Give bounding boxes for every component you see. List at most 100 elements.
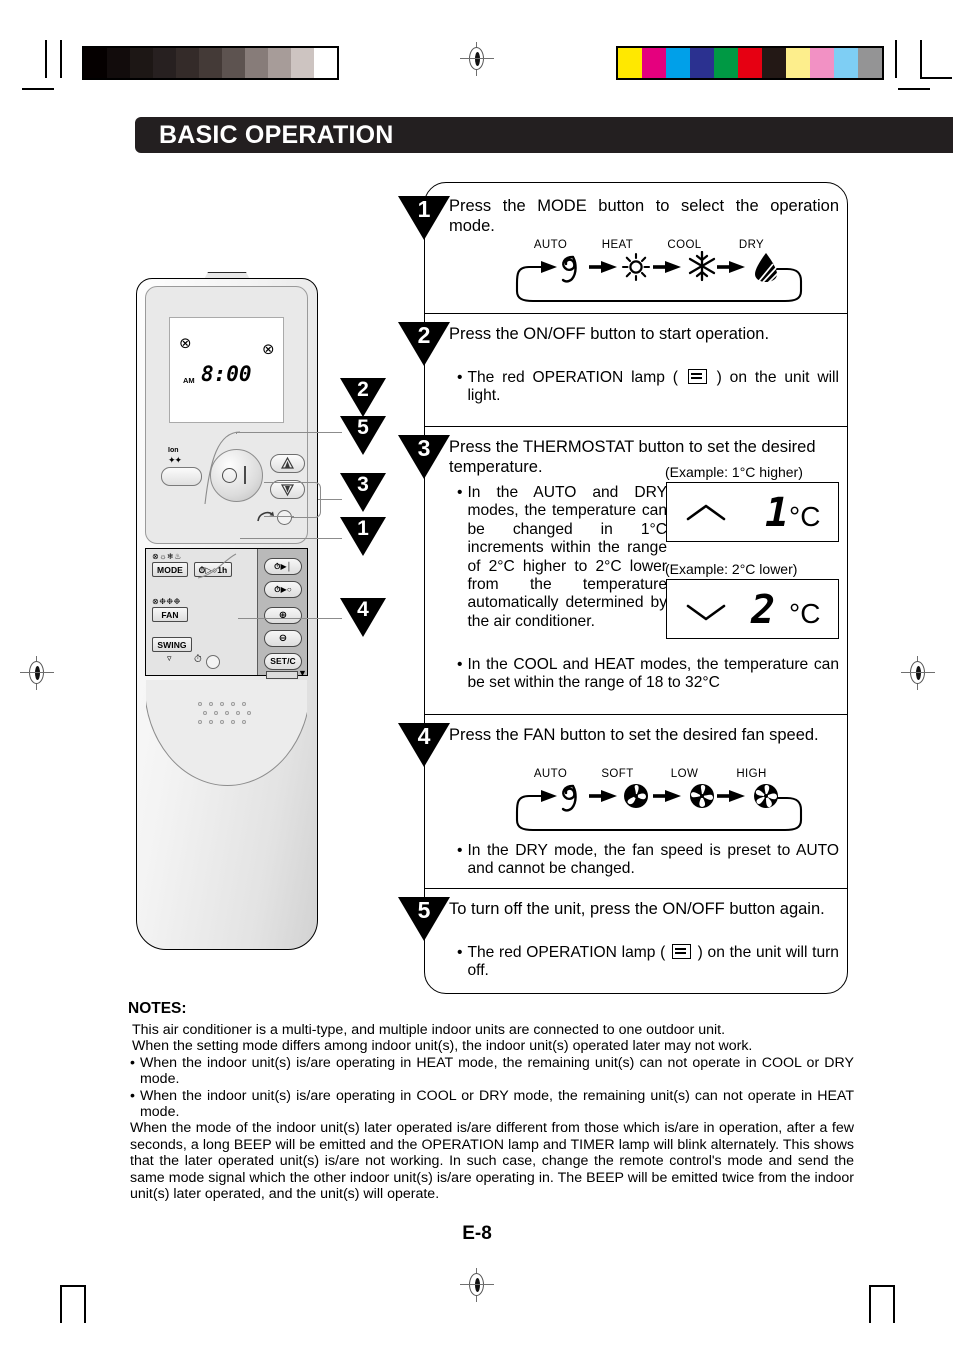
bullet-dot: • [457, 842, 463, 859]
step-row-2: Press the ON/OFF button to start operati… [425, 313, 847, 426]
swatch-10 [858, 48, 882, 78]
step-2-text: Press the ON/OFF button to start operati… [449, 325, 770, 343]
leader-curve-5 [204, 431, 241, 505]
fan-label-auto: AUTO [533, 768, 568, 780]
registration-mark-top [460, 42, 494, 76]
step-4-text: Press the FAN button to set the desired … [449, 726, 819, 744]
reset-button[interactable] [277, 510, 292, 525]
step-3-bullet-2-text: In the COOL and HEAT modes, the temperat… [467, 656, 839, 692]
step-5-bullet-text: The red OPERATION lamp ( ) on the unit w… [467, 944, 839, 981]
example-2-caption: (Example: 2°C lower) [665, 561, 798, 577]
crop-mark-bl-v2 [84, 1285, 86, 1323]
step-2-bullet-text: The red OPERATION lamp ( ) on the unit w… [467, 369, 839, 406]
step-5-bullet: • The red OPERATION lamp ( ) on the unit… [457, 944, 839, 981]
crop-mark-tl-h [22, 88, 54, 90]
operation-lamp-icon [671, 944, 691, 959]
callout-marker-5: 5 [340, 416, 386, 455]
notes-closing-paragraph: When the mode of the indoor unit(s) late… [130, 1120, 854, 1203]
swatch-1 [107, 48, 130, 78]
example-2-unit: °C [789, 598, 821, 629]
leader-line-4 [238, 618, 342, 620]
sun-icon [621, 252, 651, 282]
swatch-0 [84, 48, 107, 78]
registration-mark-bottom [460, 1268, 494, 1302]
timer-on-key[interactable]: ⏱▶│ [264, 558, 302, 575]
step-5-bullet-before: The red OPERATION lamp ( [467, 944, 666, 961]
mode-key[interactable]: MODE [152, 562, 188, 577]
example-1-value: 1 [765, 490, 790, 536]
timer-off-key[interactable]: ⏱▶○ [264, 581, 302, 598]
bullet-dot: • [130, 1087, 135, 1104]
leader-line-3-out [318, 499, 342, 501]
step-2-bullet: • The red OPERATION lamp ( ) on the unit… [457, 369, 839, 406]
fan-label-high: HIGH [736, 768, 767, 780]
signal-dot [203, 711, 207, 715]
step-1-text: Press the MODE button to select the oper… [449, 197, 839, 235]
callout-marker-1-left: 1 [340, 517, 386, 556]
signal-dot [231, 720, 235, 724]
step-row-5: To turn off the unit, press the ON/OFF b… [425, 888, 847, 993]
battery-indicator-icon [266, 671, 298, 679]
crop-mark-tl-v2 [60, 40, 62, 78]
temp-up-key[interactable]: ⊕ [264, 607, 302, 624]
remote-lower-cover [146, 680, 307, 788]
notes-bullet-2-text: When the indoor unit(s) is/are operating… [139, 1087, 854, 1121]
example-1-caption: (Example: 1°C higher) [665, 464, 803, 480]
step-row-1: Press the MODE button to select the oper… [425, 183, 847, 313]
crop-mark-tr-h [898, 88, 930, 90]
clock-button[interactable] [206, 655, 220, 669]
mode-cycle-diagram [515, 251, 803, 303]
example-1-box: 1 °C [666, 482, 839, 542]
signal-dot [214, 711, 218, 715]
example-1-unit: °C [789, 501, 821, 532]
operation-lamp-icon [687, 369, 707, 384]
signal-dot [242, 720, 246, 724]
swatch-9 [834, 48, 858, 78]
swatch-3 [153, 48, 176, 78]
fan-key[interactable]: FAN [152, 607, 188, 622]
signal-dot [198, 720, 202, 724]
callout-marker-4-left: 4 [340, 598, 386, 637]
crop-mark-tr-v [895, 40, 897, 78]
lcd-swirl-right-icon: ⊗ [262, 341, 275, 358]
auto-swirl-icon [561, 784, 577, 812]
swatch-0 [618, 48, 642, 78]
droplet-icon [755, 253, 779, 284]
crop-mark-br-v [869, 1285, 871, 1323]
fan-cycle-labels: AUTO SOFT LOW HIGH [517, 768, 785, 780]
mode-label-cool: COOL [667, 239, 702, 251]
swatch-8 [810, 48, 834, 78]
ion-label: Ion [168, 447, 179, 454]
leader-curve-2 [197, 553, 237, 579]
crop-mark-tr-corner-v [920, 40, 922, 78]
notes-paragraph-1: This air conditioner is a multi-type, an… [132, 1022, 726, 1038]
lcd-clock-value: 8:00 [201, 362, 252, 386]
leader-line-3a [264, 482, 294, 484]
thermostat-up-button[interactable] [270, 454, 305, 473]
signal-dot [225, 711, 229, 715]
registration-mark-right [901, 656, 935, 690]
signal-dot [220, 720, 224, 724]
signal-dot [247, 711, 251, 715]
swing-key[interactable]: SWING [152, 637, 192, 652]
fan-label-soft: SOFT [601, 768, 634, 780]
notes-bullet-2: • When the indoor unit(s) is/are operati… [128, 1088, 854, 1121]
lcd-swirl-left-icon: ⊗ [179, 335, 192, 352]
swing-indicator-icon: ▿ [167, 653, 172, 663]
mode-icons-row: ⊗☼❄♨ [152, 552, 182, 561]
notes-section: NOTES: This air conditioner is a multi-t… [128, 1000, 854, 1202]
grayscale-calibration-bar [82, 46, 339, 80]
clock-icon: ⏱ [194, 654, 202, 665]
temp-down-key[interactable]: ⊖ [264, 630, 302, 647]
page-title: BASIC OPERATION [159, 121, 394, 149]
notes-paragraph-2: When the setting mode differs among indo… [132, 1038, 753, 1055]
bullet-dot: • [457, 369, 463, 386]
set-c-key[interactable]: SET/C [264, 653, 302, 670]
page-number: E-8 [462, 1223, 492, 1244]
crop-mark-br-h [869, 1285, 895, 1287]
ion-dots-icon: ✦✦ [168, 455, 182, 465]
swatch-1 [642, 48, 666, 78]
swatch-2 [130, 48, 153, 78]
leader-line-3b [264, 516, 294, 518]
swatch-4 [714, 48, 738, 78]
